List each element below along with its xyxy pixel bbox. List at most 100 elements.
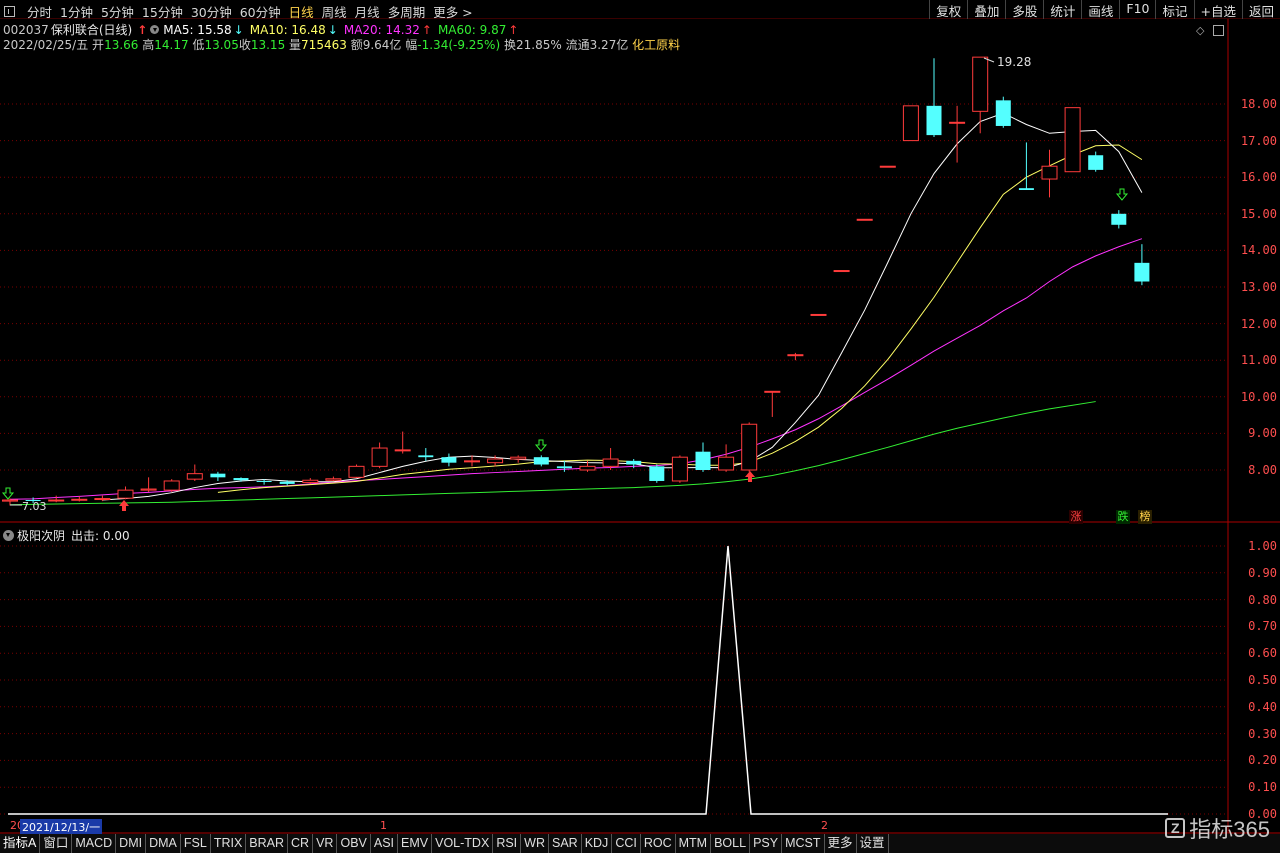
ranking-badge[interactable]: 榜: [1138, 510, 1152, 524]
indicator-tick-label: 0.50: [1248, 673, 1277, 687]
tab-kdj[interactable]: KDJ: [582, 834, 613, 853]
down-hint-arrow-icon: [1115, 188, 1129, 201]
candle-body: [787, 354, 804, 357]
kline-chart[interactable]: [0, 0, 1280, 853]
indicator-tick-label: 0.20: [1248, 753, 1277, 768]
candle-body: [833, 270, 850, 273]
candle-body: [764, 390, 781, 393]
tab-mcst[interactable]: MCST: [782, 834, 825, 853]
tab-roc[interactable]: ROC: [641, 834, 676, 853]
candle-body: [556, 466, 572, 469]
panel-toggle-icon[interactable]: [1213, 25, 1224, 36]
tab-vr[interactable]: VR: [313, 834, 338, 853]
arrow-shape: [534, 439, 548, 452]
candle: [325, 476, 342, 481]
tab-a[interactable]: 指标A: [0, 834, 41, 853]
price-tick-label: 16.00: [1240, 170, 1277, 185]
candle: [371, 442, 388, 469]
candle-body: [48, 499, 65, 502]
candle-body: [671, 456, 688, 482]
candle-body: [1111, 213, 1127, 225]
tab-[interactable]: 窗口: [40, 834, 73, 853]
candle-body: [741, 423, 758, 471]
price-tick-label: 10.00: [1240, 389, 1277, 404]
price-tick-label: 17.00: [1240, 133, 1277, 148]
candle-body: [626, 460, 642, 465]
candle-body: [879, 165, 896, 168]
candle-body: [94, 498, 111, 501]
candle-body: [995, 100, 1011, 126]
tab-obv[interactable]: OBV: [337, 834, 371, 853]
candle: [949, 105, 966, 163]
candle: [649, 464, 665, 483]
candle: [695, 442, 711, 472]
arrow-shape: [1115, 188, 1129, 201]
candle-body: [949, 121, 966, 124]
chart-grid: [0, 19, 1280, 834]
candle: [879, 165, 896, 168]
selected-date[interactable]: 2021/12/13/一: [20, 819, 103, 835]
signal-markers: [1, 57, 1129, 511]
candle: [140, 477, 157, 492]
candle: [348, 464, 365, 479]
tab-trix[interactable]: TRIX: [211, 834, 247, 853]
candle: [117, 486, 134, 500]
tab-fsl[interactable]: FSL: [181, 834, 211, 853]
tab-wr[interactable]: WR: [521, 834, 549, 853]
tab-psy[interactable]: PSY: [750, 834, 783, 853]
candle-body: [394, 449, 411, 452]
candle: [833, 270, 850, 273]
arrow-shape: [1, 487, 15, 500]
indicator-title-bar: 极阳次阴 出击: 0.00: [3, 527, 130, 544]
price-tick-label: 8.00: [1248, 463, 1277, 477]
indicator-tick-label: 0.70: [1248, 619, 1277, 634]
tab-vol-tdx[interactable]: VOL-TDX: [432, 834, 494, 853]
tab-rsi[interactable]: RSI: [493, 834, 522, 853]
tab-[interactable]: 更多: [825, 834, 857, 853]
tab-boll[interactable]: BOLL: [711, 834, 751, 853]
tab-mtm[interactable]: MTM: [676, 834, 712, 853]
candle-body: [233, 478, 249, 481]
candle: [1064, 107, 1081, 173]
indicator-menu-icon[interactable]: [3, 530, 14, 541]
candle: [94, 495, 111, 502]
tab-sar[interactable]: SAR: [549, 834, 582, 853]
tab-macd[interactable]: MACD: [72, 834, 117, 853]
candle: [741, 422, 758, 472]
candle-body: [1088, 155, 1104, 170]
candle-body: [1041, 165, 1058, 180]
candle: [671, 455, 688, 483]
z-logo-icon: Z: [1165, 818, 1186, 838]
candle-body: [163, 480, 180, 491]
candle: [718, 444, 735, 472]
candle-body: [810, 313, 827, 316]
tab-dma[interactable]: DMA: [146, 834, 181, 853]
limit-down-badge[interactable]: 跌: [1116, 510, 1130, 524]
tab-[interactable]: 设置: [857, 834, 889, 853]
candle: [210, 471, 226, 481]
up-signal-arrow-icon: [119, 500, 129, 511]
tab-emv[interactable]: EMV: [398, 834, 433, 853]
candle-body: [926, 105, 942, 136]
candle: [441, 453, 457, 467]
arrow-shape: [119, 500, 129, 511]
tab-cr[interactable]: CR: [288, 834, 314, 853]
moving-average-lines: [9, 112, 1143, 506]
candle-body: [256, 480, 272, 482]
diamond-icon[interactable]: ◇: [1196, 24, 1204, 37]
limit-up-badge[interactable]: 涨: [1069, 510, 1083, 524]
candle: [972, 56, 989, 134]
tab-cci[interactable]: CCI: [612, 834, 641, 853]
indicator-output: 出击: 0.00: [71, 529, 130, 543]
candle: [1088, 151, 1104, 172]
tab-dmi[interactable]: DMI: [116, 834, 147, 853]
tab-brar[interactable]: BRAR: [246, 834, 289, 853]
candle-body: [279, 481, 295, 484]
tab-asi[interactable]: ASI: [371, 834, 399, 853]
candle: [163, 479, 180, 492]
candle-body: [602, 458, 619, 467]
indicator-tick-label: 0.40: [1248, 699, 1277, 714]
price-tick-label: 11.00: [1240, 353, 1277, 368]
indicator-tick-label: 0.80: [1248, 592, 1277, 607]
candle-body: [649, 466, 665, 481]
